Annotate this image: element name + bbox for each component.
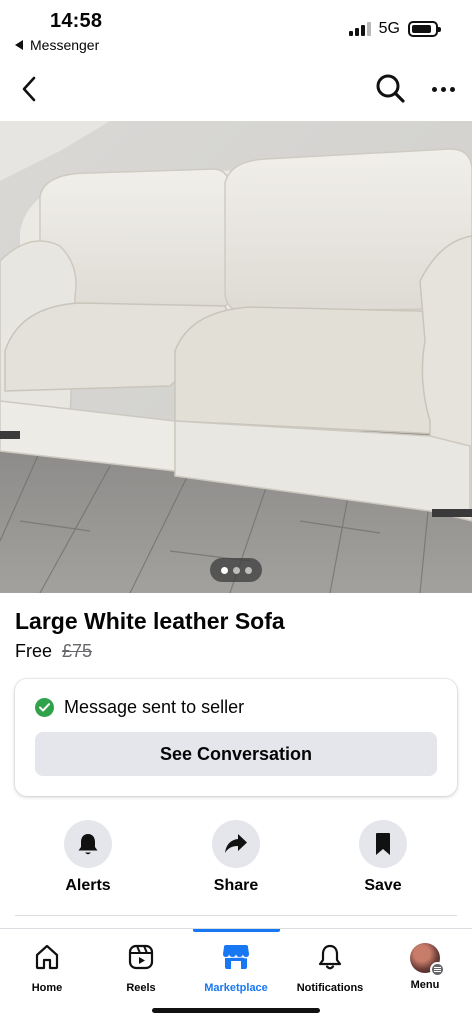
battery-icon [408, 21, 441, 37]
message-status-text: Message sent to seller [64, 697, 245, 717]
listing-photo[interactable] [0, 121, 472, 593]
tab-home-label: Home [31, 982, 63, 994]
message-sent-card: Message sent to seller See Conversation [15, 679, 457, 796]
status-time: 14:58 [50, 10, 103, 32]
reels-icon [127, 943, 155, 976]
listing-price: Free [15, 641, 53, 661]
share-button[interactable]: Share [186, 820, 286, 895]
share-arrow-icon [212, 820, 260, 868]
avatar [410, 943, 445, 977]
network-type: 5G [378, 20, 400, 37]
back-triangle-icon [15, 40, 23, 50]
price-row: Free £75 [15, 641, 92, 662]
top-nav [0, 64, 472, 116]
chevron-left-icon[interactable] [14, 74, 44, 104]
tab-home[interactable]: Home [0, 929, 94, 999]
tab-reels[interactable]: Reels [94, 929, 188, 999]
share-label: Share [213, 877, 259, 894]
message-status: Message sent to seller [35, 697, 244, 718]
pager-dot [244, 566, 252, 574]
bookmark-icon [359, 820, 407, 868]
search-icon[interactable] [374, 72, 406, 104]
tab-menu-label: Menu [410, 979, 440, 991]
listing-title: Large White leather Sofa [15, 608, 285, 634]
see-conversation-button[interactable]: See Conversation [35, 732, 437, 776]
tab-menu[interactable]: Menu [378, 929, 472, 999]
pager-dot [220, 566, 228, 574]
save-button[interactable]: Save [333, 820, 433, 895]
marketplace-icon [221, 943, 251, 976]
home-icon [33, 943, 61, 976]
save-label: Save [364, 877, 402, 894]
tab-notifications-label: Notifications [296, 982, 364, 994]
status-indicators: 5G [348, 20, 441, 38]
more-horizontal-icon[interactable] [428, 74, 458, 104]
menu-lines-icon [430, 962, 445, 977]
original-price: £75 [62, 641, 93, 661]
pager-dot [232, 566, 240, 574]
status-bar: 14:58 Messenger 5G [0, 0, 472, 60]
alerts-button[interactable]: Alerts [38, 820, 138, 895]
photo-pager [210, 558, 262, 582]
check-circle-icon [35, 698, 54, 717]
home-indicator [152, 1008, 320, 1013]
bell-icon [316, 943, 344, 976]
signal-icon [348, 22, 371, 36]
tab-notifications[interactable]: Notifications [283, 929, 377, 999]
tab-marketplace[interactable]: Marketplace [189, 929, 283, 999]
tab-marketplace-label: Marketplace [204, 982, 268, 994]
listing-actions: Alerts Share Save [0, 820, 472, 900]
back-app-label: Messenger [30, 37, 100, 53]
alerts-label: Alerts [65, 877, 111, 894]
back-to-app-link[interactable]: Messenger [15, 37, 99, 53]
tab-reels-label: Reels [126, 982, 156, 994]
divider [15, 915, 457, 916]
bell-icon [64, 820, 112, 868]
